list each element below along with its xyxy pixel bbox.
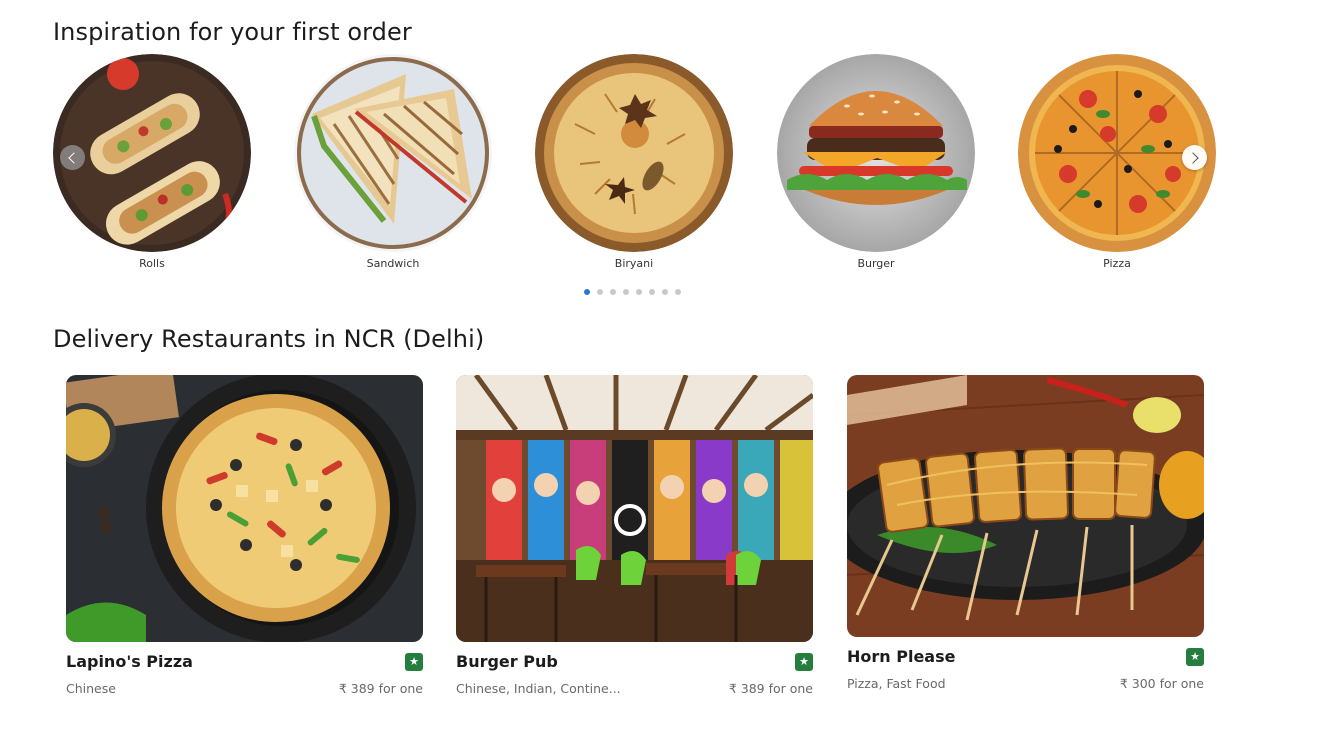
carousel-dot[interactable] xyxy=(610,289,616,295)
delivery-title: Delivery Restaurants in NCR (Delhi) xyxy=(53,325,485,353)
category-sandwich[interactable]: Sandwich xyxy=(294,54,492,270)
restaurant-name[interactable]: Burger Pub xyxy=(456,652,558,671)
star-icon: ★ xyxy=(409,655,419,668)
star-icon: ★ xyxy=(799,655,809,668)
burger-image xyxy=(777,54,975,252)
restaurant-cuisine: Chinese xyxy=(66,681,116,696)
chevron-right-icon xyxy=(1187,151,1199,164)
restaurant-cuisine: Chinese, Indian, Contine... xyxy=(456,681,621,696)
category-carousel: Rolls Sandwich Biryani Burger Pizza xyxy=(0,0,1329,310)
restaurant-image xyxy=(456,375,813,642)
carousel-dot[interactable] xyxy=(636,289,642,295)
carousel-dot[interactable] xyxy=(584,289,590,295)
star-icon: ★ xyxy=(1190,650,1200,663)
restaurant-card[interactable]: Lapino's Pizza ★ Chinese ₹ 389 for one xyxy=(66,375,423,696)
category-biryani[interactable]: Biryani xyxy=(535,54,733,270)
carousel-prev-button[interactable] xyxy=(60,145,85,170)
restaurant-card[interactable]: Horn Please ★ Pizza, Fast Food ₹ 300 for… xyxy=(847,375,1204,691)
carousel-dot[interactable] xyxy=(675,289,681,295)
restaurant-price: ₹ 389 for one xyxy=(728,681,813,696)
carousel-dot[interactable] xyxy=(597,289,603,295)
restaurant-card[interactable]: Burger Pub ★ Chinese, Indian, Contine...… xyxy=(456,375,813,696)
carousel-next-button[interactable] xyxy=(1182,145,1207,170)
restaurant-image xyxy=(66,375,423,642)
carousel-dot[interactable] xyxy=(662,289,668,295)
category-burger[interactable]: Burger xyxy=(777,54,975,270)
category-label: Pizza xyxy=(1103,257,1131,270)
category-label: Sandwich xyxy=(366,257,420,270)
category-label: Rolls xyxy=(139,257,165,270)
category-label: Biryani xyxy=(614,257,654,270)
chevron-left-icon xyxy=(68,151,80,164)
restaurant-price: ₹ 389 for one xyxy=(338,681,423,696)
carousel-dot[interactable] xyxy=(623,289,629,295)
rating-badge: ★ xyxy=(795,652,813,671)
carousel-dot[interactable] xyxy=(649,289,655,295)
sandwich-image xyxy=(294,54,492,252)
category-label: Burger xyxy=(857,257,895,270)
rating-badge: ★ xyxy=(405,652,423,671)
restaurant-name[interactable]: Horn Please xyxy=(847,647,955,666)
restaurant-image xyxy=(847,375,1204,637)
carousel-pagination xyxy=(584,289,681,295)
restaurant-cuisine: Pizza, Fast Food xyxy=(847,676,946,691)
restaurant-name[interactable]: Lapino's Pizza xyxy=(66,652,193,671)
restaurant-price: ₹ 300 for one xyxy=(1119,676,1204,691)
biryani-image xyxy=(535,54,733,252)
rating-badge: ★ xyxy=(1186,647,1204,666)
